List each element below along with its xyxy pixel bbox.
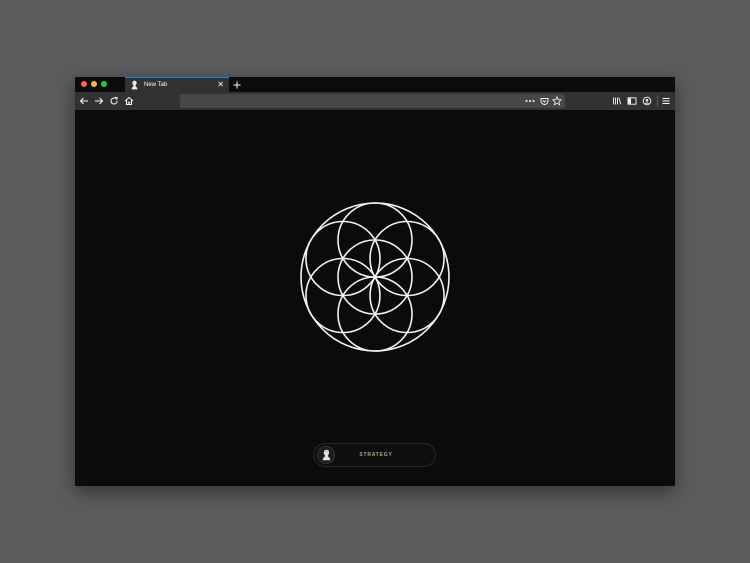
- more-dots-icon: [525, 100, 535, 102]
- reload-icon: [110, 96, 118, 105]
- account-icon: [642, 96, 652, 106]
- library-button[interactable]: [611, 95, 623, 107]
- arrow-left-icon: [79, 97, 88, 105]
- back-button[interactable]: [78, 95, 90, 107]
- bust-icon: [130, 80, 138, 90]
- forward-button[interactable]: [93, 95, 105, 107]
- browser-window: New Tab ✕ STRATEGY: [75, 77, 675, 486]
- bust-icon: [317, 446, 335, 464]
- library-icon: [613, 97, 622, 105]
- menu-button[interactable]: [660, 95, 672, 107]
- navigation-toolbar: [75, 92, 675, 110]
- hamburger-menu-icon: [662, 98, 670, 104]
- account-button[interactable]: [641, 95, 653, 107]
- toolbar-divider: [657, 95, 658, 107]
- tab-close-icon[interactable]: ✕: [217, 81, 224, 89]
- tab-strip: New Tab ✕: [75, 77, 675, 92]
- tab-title: New Tab: [144, 82, 168, 88]
- bookmark-star-button[interactable]: [551, 95, 563, 107]
- url-bar[interactable]: [180, 94, 565, 108]
- pocket-button[interactable]: [538, 95, 550, 107]
- window-minimize-button[interactable]: [91, 81, 97, 87]
- reload-button[interactable]: [108, 95, 120, 107]
- badge-label: STRATEGY: [359, 452, 393, 458]
- window-close-button[interactable]: [81, 81, 87, 87]
- pocket-icon: [540, 97, 548, 105]
- home-icon: [124, 96, 134, 105]
- arrow-right-icon: [95, 97, 104, 105]
- sidebar-icon: [627, 97, 637, 105]
- sidebar-button[interactable]: [626, 95, 638, 107]
- strategy-badge[interactable]: STRATEGY: [313, 443, 436, 467]
- new-tab-button[interactable]: [231, 77, 243, 92]
- seed-of-life-icon: [300, 202, 450, 352]
- page-content: STRATEGY: [75, 110, 675, 486]
- star-icon: [552, 96, 562, 106]
- window-maximize-button[interactable]: [101, 81, 107, 87]
- tab-new-tab[interactable]: New Tab ✕: [125, 77, 229, 92]
- home-button[interactable]: [123, 95, 135, 107]
- page-actions-button[interactable]: [524, 95, 536, 107]
- plus-icon: [233, 81, 241, 88]
- url-input[interactable]: [184, 95, 514, 107]
